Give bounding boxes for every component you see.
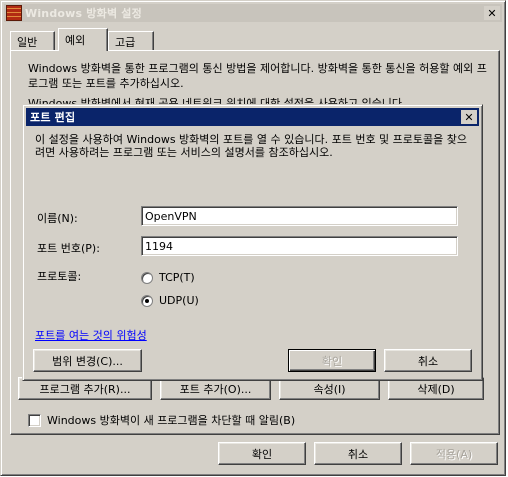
udp-radio[interactable]: UDP(U): [141, 294, 199, 307]
tab-advanced[interactable]: 고급: [108, 31, 154, 50]
edit-port-dialog: 포트 편집 ✕ 이 설정을 사용하여 Windows 방화벽의 포트를 열 수 …: [22, 104, 483, 381]
udp-label: UDP(U): [159, 294, 199, 307]
dialog-description: 이 설정을 사용하여 Windows 방화벽의 포트를 열 수 있습니다. 포트…: [35, 133, 468, 159]
close-icon[interactable]: ✕: [461, 110, 477, 124]
port-risk-link[interactable]: 포트를 여는 것의 위험성: [35, 327, 147, 343]
tab-general[interactable]: 일반: [10, 31, 55, 50]
radio-icon[interactable]: [141, 271, 153, 284]
tcp-label: TCP(T): [159, 271, 195, 284]
tab-exceptions[interactable]: 예외: [58, 28, 108, 51]
notify-checkbox-row[interactable]: Windows 방화벽이 새 프로그램을 차단할 때 알림(B): [28, 412, 295, 428]
name-label: 이름(N):: [37, 212, 78, 225]
port-number-field[interactable]: 1194: [141, 236, 458, 256]
apply-button[interactable]: 적용(A): [410, 442, 498, 465]
intro-text: Windows 방화벽을 통한 프로그램의 통신 방법을 제어합니다. 방화벽을…: [28, 62, 487, 90]
main-titlebar[interactable]: Windows 방화벽 설정 ✕: [4, 4, 502, 22]
name-field[interactable]: OpenVPN: [141, 206, 458, 226]
protocol-label: 프로토콜:: [37, 270, 82, 283]
firewall-icon: [6, 5, 22, 21]
dialog-titlebar[interactable]: 포트 편집 ✕: [26, 108, 479, 126]
radio-icon[interactable]: [141, 294, 153, 307]
cancel-button[interactable]: 취소: [314, 442, 402, 465]
checkbox-icon[interactable]: [28, 413, 41, 427]
tcp-radio[interactable]: TCP(T): [141, 271, 195, 284]
close-icon[interactable]: ✕: [484, 6, 500, 20]
dialog-title: 포트 편집: [30, 111, 76, 124]
window-title: Windows 방화벽 설정: [25, 7, 142, 20]
intro-text-partial: Windows 방화벽에서 현재 공용 네트워크 위치에 대한 설정을 사용하고…: [28, 97, 406, 104]
port-number-label: 포트 번호(P):: [37, 242, 100, 255]
ok-button[interactable]: 확인: [218, 442, 306, 465]
dialog-ok-button[interactable]: 확인: [288, 349, 376, 372]
notify-checkbox-label: Windows 방화벽이 새 프로그램을 차단할 때 알림(B): [47, 414, 296, 427]
change-scope-button[interactable]: 범위 변경(C)...: [33, 349, 142, 372]
dialog-cancel-button[interactable]: 취소: [384, 349, 472, 372]
